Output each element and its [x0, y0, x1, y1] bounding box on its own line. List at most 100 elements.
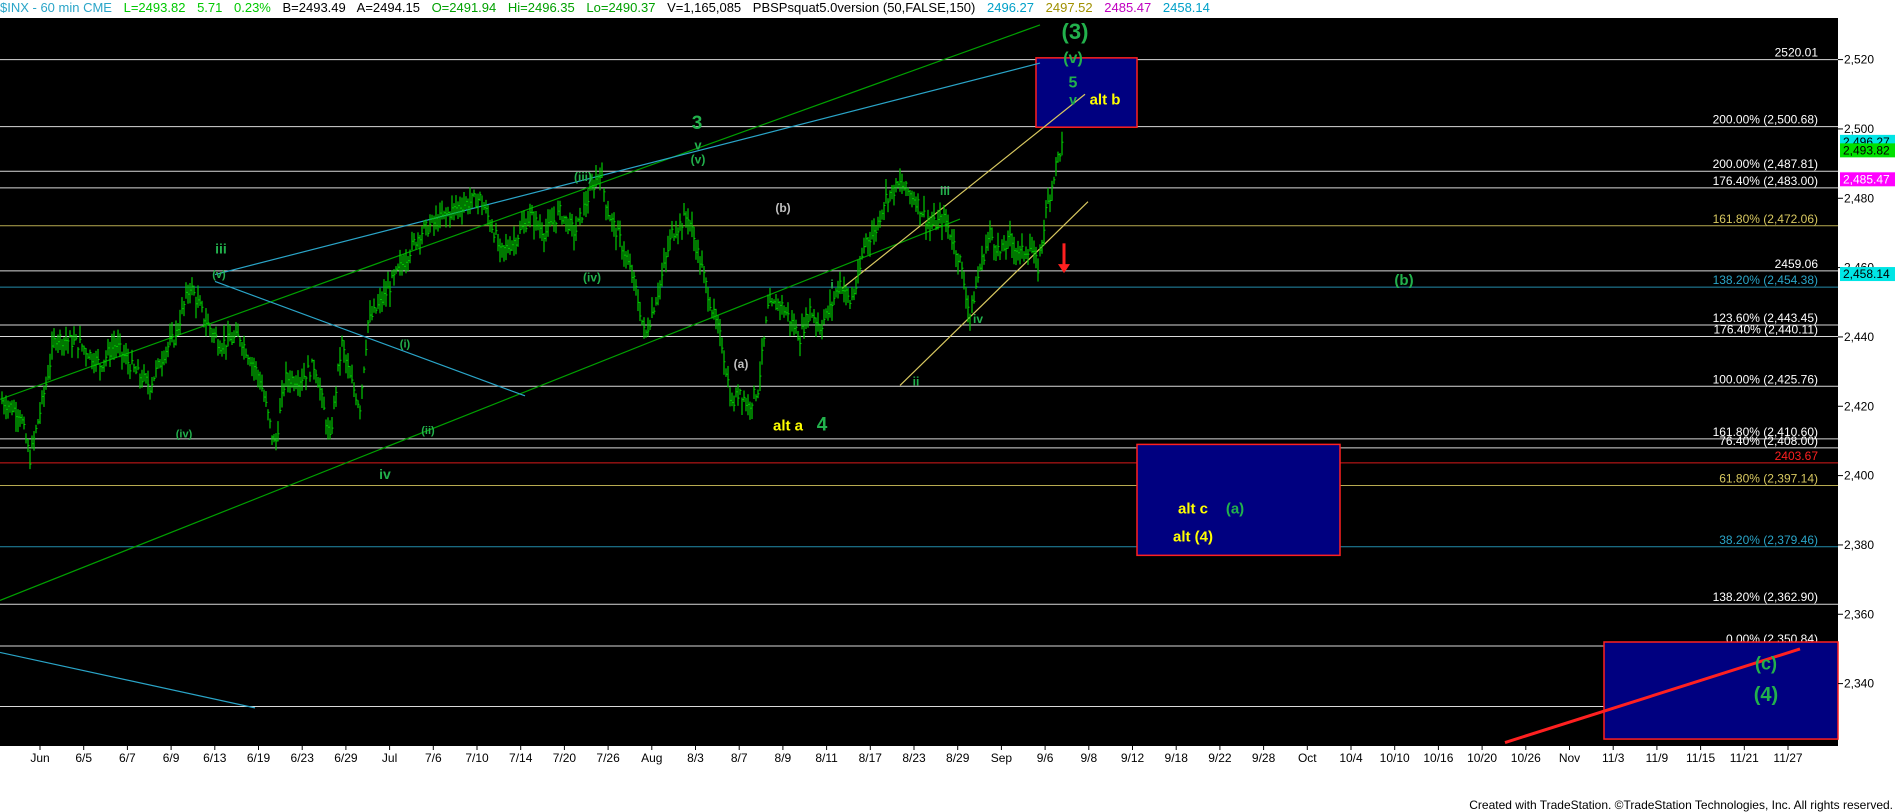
x-tick-label: Oct [1298, 751, 1317, 765]
fib-label: 200.00% (2,500.68) [1713, 113, 1818, 127]
x-tick-label: Jul [382, 751, 397, 765]
x-tick-label: 10/20 [1467, 751, 1497, 765]
fib-label: 61.80% (2,397.14) [1719, 472, 1818, 486]
x-tick-label: 10/26 [1511, 751, 1541, 765]
y-tick-label: 2,360 [1844, 607, 1874, 621]
wave-label: (b) [1394, 272, 1413, 289]
x-tick-label: 6/23 [291, 751, 315, 765]
x-tick-label: 8/17 [859, 751, 883, 765]
x-tick-label: 9/12 [1121, 751, 1145, 765]
y-tick-label: 2,440 [1844, 330, 1874, 344]
x-tick-label: 7/6 [425, 751, 442, 765]
x-tick-label: 6/13 [203, 751, 227, 765]
y-tick-label: 2,340 [1844, 677, 1874, 691]
wave-label: iii [940, 184, 950, 198]
footer-credit: Created with TradeStation. ©TradeStation… [1469, 798, 1893, 812]
wave-label: (iv) [176, 428, 193, 440]
x-tick-label: 11/15 [1686, 751, 1715, 765]
fib-label: 161.80% (2,472.06) [1713, 212, 1818, 226]
price-tag-label: 2,493.82 [1843, 143, 1890, 157]
x-tick-label: 9/8 [1080, 751, 1097, 765]
y-tick-label: 2,420 [1844, 399, 1874, 413]
wave-label: i [830, 277, 833, 291]
x-tick-label: Aug [641, 751, 662, 765]
low-price: Lo=2490.37 [586, 0, 656, 15]
wave-label: alt b [1090, 92, 1121, 109]
x-tick-label: 6/19 [247, 751, 271, 765]
x-tick-label: 6/9 [163, 751, 180, 765]
wave-label: ii [913, 374, 920, 388]
wave-label: (4) [1754, 684, 1778, 706]
x-tick-label: 6/7 [119, 751, 136, 765]
wave-label: (iv) [583, 270, 601, 284]
wave-label: alt a [773, 418, 804, 435]
wave-label: iii [215, 241, 227, 257]
x-tick-label: 10/4 [1339, 751, 1363, 765]
fib-label: 100.00% (2,425.76) [1713, 372, 1818, 386]
x-tick-label: 8/9 [775, 751, 792, 765]
y-tick-label: 2,480 [1844, 191, 1874, 205]
fib-label: 138.20% (2,362.90) [1713, 590, 1818, 604]
study-name: PBSPsquat5.0version (50,FALSE,150) [752, 0, 976, 15]
wave-label: (c) [1755, 654, 1777, 674]
wave-label: alt (4) [1173, 528, 1213, 545]
y-tick-label: 2,500 [1844, 122, 1874, 136]
wave-label: 3 [692, 113, 703, 134]
fib-label: 38.20% (2,379.46) [1719, 533, 1818, 547]
fib-label: 2459.06 [1775, 257, 1819, 271]
x-tick-label: 7/14 [509, 751, 533, 765]
y-tick-label: 2,400 [1844, 469, 1874, 483]
wave-label: 5 [1069, 74, 1078, 91]
x-tick-label: 8/29 [946, 751, 970, 765]
x-tick-label: 6/29 [334, 751, 358, 765]
wave-label: iv [973, 312, 983, 326]
x-tick-label: 9/6 [1037, 751, 1054, 765]
x-tick-label: 8/3 [687, 751, 704, 765]
price-tag-label: 2,485.47 [1843, 172, 1890, 186]
bid-price: B=2493.49 [282, 0, 346, 15]
x-tick-label: 11/21 [1730, 751, 1759, 765]
wave-label: (v) [691, 153, 706, 167]
net-change: 5.71 [197, 0, 223, 15]
volume: V=1,165,085 [667, 0, 742, 15]
x-tick-label: Nov [1559, 751, 1580, 765]
x-tick-label: 7/10 [465, 751, 489, 765]
fib-label: 176.40% (2,483.00) [1713, 174, 1818, 188]
x-tick-label: 6/5 [75, 751, 92, 765]
x-tick-label: 10/16 [1423, 751, 1453, 765]
chart-canvas: 2520.01 200.00% (2,500.68) 200.00% (2,487.… [0, 0, 1901, 812]
x-tick-label: 11/27 [1773, 751, 1802, 765]
x-tick-label: Sep [991, 751, 1013, 765]
target-box-top [1035, 57, 1138, 128]
wave-label: (i) [400, 338, 411, 350]
high-price: Hi=2496.35 [507, 0, 575, 15]
symbol-label: $INX - 60 min CME [0, 0, 112, 15]
study-value-4: 2458.14 [1162, 0, 1210, 15]
wave-label: iv [379, 466, 391, 482]
x-tick-label: 8/7 [731, 751, 748, 765]
x-tick-label: 9/22 [1208, 751, 1232, 765]
x-tick-label: 8/23 [902, 751, 926, 765]
wave-label: v [1069, 92, 1077, 108]
wave-label: v [694, 138, 702, 153]
wave-label: (iii) [574, 170, 592, 184]
fib-label: 200.00% (2,487.81) [1713, 157, 1818, 171]
x-tick-label: 9/28 [1252, 751, 1276, 765]
pct-change: 0.23% [234, 0, 271, 15]
fib-label: 2520.01 [1775, 46, 1819, 60]
target-box-c4 [1603, 641, 1839, 740]
x-tick-label: 8/11 [815, 751, 838, 765]
fib-label: 138.20% (2,454.38) [1713, 273, 1818, 287]
price-tag-label: 2,458.14 [1843, 267, 1890, 281]
last-price: L=2493.82 [123, 0, 186, 15]
x-tick-label: Jun [30, 751, 49, 765]
open-price: O=2491.94 [431, 0, 497, 15]
study-value-2: 2497.52 [1045, 0, 1093, 15]
wave-label: (a) [1226, 501, 1244, 518]
y-tick-label: 2,520 [1844, 53, 1874, 67]
fib-label: 176.40% (2,440.11) [1713, 323, 1818, 337]
wave-label: (v) [1063, 50, 1083, 67]
fib-label: 76.40% (2,408.00) [1719, 434, 1818, 448]
y-tick-label: 2,380 [1844, 538, 1874, 552]
study-value-1: 2496.27 [987, 0, 1034, 15]
